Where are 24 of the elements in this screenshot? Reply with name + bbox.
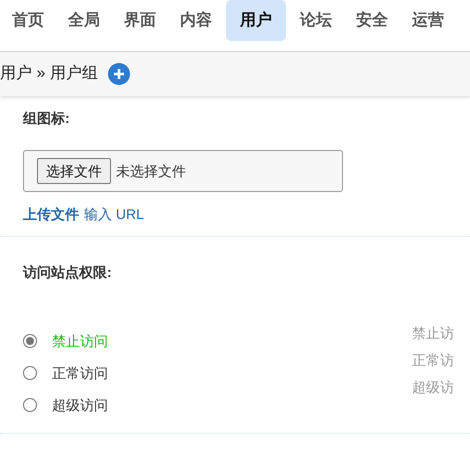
- nav-tab[interactable]: 内容: [170, 0, 222, 41]
- nav-tab[interactable]: 用户: [226, 0, 286, 41]
- hint-text: 超级访: [412, 378, 455, 397]
- breadcrumb: 用户 » 用户组: [0, 64, 98, 84]
- add-icon[interactable]: [108, 63, 130, 85]
- radio-button[interactable]: [23, 334, 37, 348]
- hint-text: 正常访: [412, 351, 455, 370]
- nav-tab[interactable]: 界面: [114, 0, 166, 41]
- nav-tab[interactable]: 首页: [2, 0, 54, 41]
- link[interactable]: 输入 URL: [84, 204, 144, 225]
- link[interactable]: 上传文件: [23, 204, 79, 225]
- hint-text: 禁止访: [412, 324, 455, 343]
- radio-label[interactable]: 正常访问: [52, 362, 108, 384]
- nav-tab[interactable]: 安全: [346, 0, 398, 41]
- file-input[interactable]: 选择文件 未选择文件: [23, 150, 343, 192]
- file-status: 未选择文件: [116, 162, 186, 180]
- nav-tab[interactable]: 论坛: [290, 0, 342, 41]
- nav-tab[interactable]: 运营: [402, 0, 454, 41]
- field-label: 访问站点权限:: [23, 263, 113, 282]
- radio-button[interactable]: [23, 398, 37, 412]
- field-label: 组图标:: [23, 109, 71, 128]
- radio-button[interactable]: [23, 366, 37, 380]
- nav-tab[interactable]: 全局: [58, 0, 110, 41]
- radio-label[interactable]: 超级访问: [52, 394, 108, 416]
